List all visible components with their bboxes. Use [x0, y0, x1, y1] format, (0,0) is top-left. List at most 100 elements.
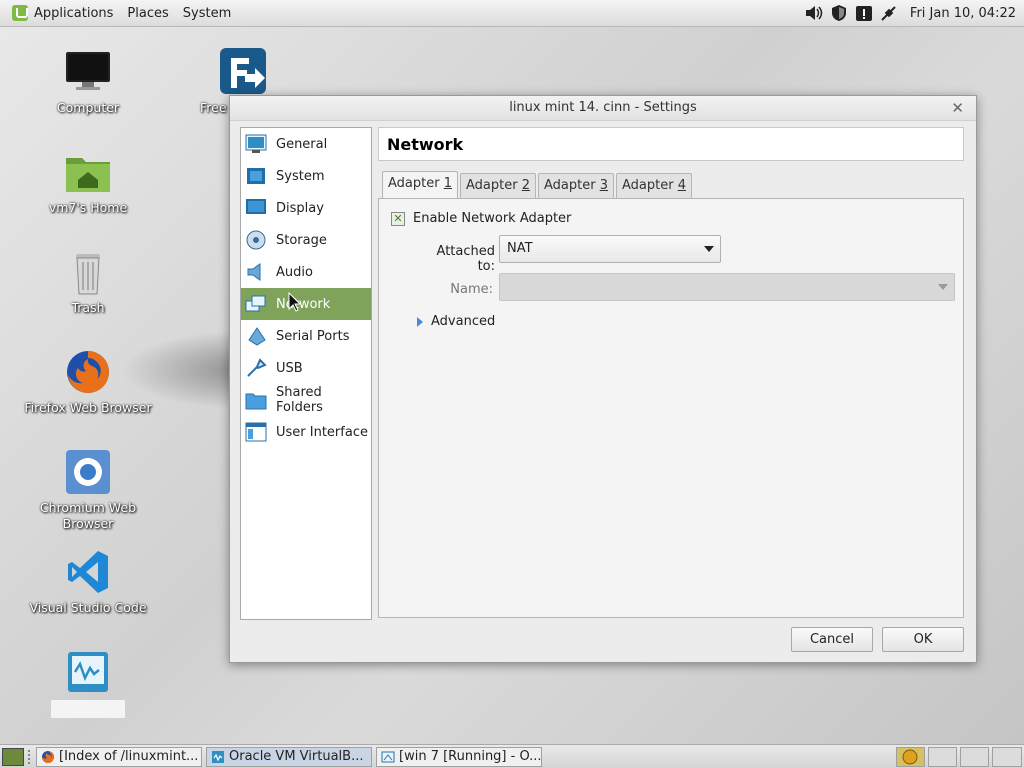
- clock[interactable]: Fri Jan 10, 04:22: [910, 6, 1016, 21]
- category-general[interactable]: General: [241, 128, 371, 160]
- workspace-2[interactable]: [928, 747, 957, 767]
- audio-icon: [245, 262, 267, 282]
- desktop-icon-label: Trash: [71, 300, 105, 315]
- task-win7-vm[interactable]: [win 7 [Running] - O...: [376, 747, 542, 767]
- category-serial-ports[interactable]: Serial Ports: [241, 320, 371, 352]
- tab-mnemonic: 3: [599, 178, 608, 193]
- desktop-icon-label: Visual Studio Code: [29, 600, 147, 615]
- enable-adapter-label: Enable Network Adapter: [413, 211, 572, 226]
- top-panel: Applications Places System Fri Jan 10, 0…: [0, 0, 1024, 27]
- tab-mnemonic: 1: [443, 176, 452, 191]
- workspace-4[interactable]: [992, 747, 1022, 767]
- storage-icon: [245, 230, 267, 250]
- task-label: [Index of /linuxmint...: [59, 749, 199, 764]
- settings-dialog: linux mint 14. cinn - Settings ✕ General…: [229, 95, 977, 663]
- category-label: USB: [276, 360, 303, 376]
- settings-category-list: General System Display Storage Audio Net…: [240, 127, 372, 620]
- desktop-icon-label: Computer: [56, 100, 120, 115]
- mint-menu-icon[interactable]: [12, 5, 28, 21]
- display-icon: [245, 198, 267, 218]
- tab-adapter-3[interactable]: Adapter 3: [538, 173, 614, 198]
- cancel-button[interactable]: Cancel: [791, 627, 873, 652]
- task-label: Oracle VM VirtualB...: [229, 749, 364, 764]
- mouse-cursor-icon: [288, 292, 300, 312]
- general-icon: [245, 134, 267, 154]
- firefox-icon: [41, 750, 55, 764]
- enable-adapter-checkbox[interactable]: ✕: [391, 211, 405, 226]
- vscode-icon: [64, 548, 112, 596]
- home-folder-icon: [64, 148, 112, 196]
- network-icon[interactable]: [879, 4, 899, 22]
- task-firefox[interactable]: [Index of /linuxmint...: [36, 747, 202, 767]
- desktop-icon-rename-field[interactable]: [51, 700, 125, 718]
- category-label: Shared Folders: [276, 385, 323, 415]
- workspace-1[interactable]: [896, 747, 925, 767]
- shared-folders-icon: [245, 390, 267, 410]
- update-manager-icon[interactable]: [854, 4, 874, 22]
- freefilesync-icon: [219, 48, 267, 96]
- category-shared-folders[interactable]: Shared Folders: [241, 384, 371, 416]
- enable-adapter-row[interactable]: ✕ Enable Network Adapter: [391, 211, 571, 226]
- category-user-interface[interactable]: User Interface: [241, 416, 371, 448]
- virtualbox-icon: [211, 750, 225, 764]
- dialog-titlebar[interactable]: linux mint 14. cinn - Settings ✕: [230, 96, 976, 121]
- page-title: Network: [378, 127, 964, 161]
- firefox-icon: [64, 348, 112, 396]
- desktop-icon-home[interactable]: vm7's Home: [23, 148, 153, 216]
- desktop-icon-label: Chromium Web Browser: [39, 500, 137, 531]
- chevron-down-icon: [938, 284, 948, 290]
- panel-handle[interactable]: [28, 750, 34, 764]
- desktop-icon-vscode[interactable]: Visual Studio Code: [23, 548, 153, 616]
- desktop-icon-virtualbox[interactable]: [23, 648, 153, 718]
- desktop-icon-firefox[interactable]: Firefox Web Browser: [23, 348, 153, 416]
- close-icon[interactable]: ✕: [951, 96, 964, 120]
- desktop-icon-trash[interactable]: Trash: [23, 248, 153, 316]
- system-icon: [245, 166, 267, 186]
- category-network[interactable]: Network: [241, 288, 371, 320]
- tab-adapter-4[interactable]: Adapter 4: [616, 173, 692, 198]
- dialog-title: linux mint 14. cinn - Settings: [509, 100, 697, 115]
- name-label: Name:: [450, 282, 493, 297]
- attached-to-value: NAT: [507, 241, 533, 256]
- menu-system[interactable]: System: [183, 6, 231, 21]
- category-usb[interactable]: USB: [241, 352, 371, 384]
- expand-arrow-icon: [417, 316, 423, 327]
- shield-icon[interactable]: [829, 4, 849, 22]
- vm-window-icon: [381, 750, 395, 764]
- show-desktop-icon[interactable]: [2, 748, 24, 766]
- volume-icon[interactable]: [804, 4, 824, 22]
- adapter-tabs: Adapter 1 Adapter 2 Adapter 3 Adapter 4: [382, 171, 694, 198]
- tab-adapter-2[interactable]: Adapter 2: [460, 173, 536, 198]
- category-label: Display: [276, 200, 324, 216]
- task-virtualbox[interactable]: Oracle VM VirtualB...: [206, 747, 372, 767]
- trash-applet-icon: [902, 749, 918, 765]
- task-label: [win 7 [Running] - O...: [399, 749, 542, 764]
- tab-label: Adapter: [388, 176, 444, 191]
- menu-applications[interactable]: Applications: [34, 6, 113, 21]
- name-dropdown[interactable]: [499, 273, 955, 301]
- trash-icon: [64, 248, 112, 296]
- advanced-expander[interactable]: Advanced: [417, 314, 495, 329]
- desktop-icon-computer[interactable]: Computer: [23, 48, 153, 116]
- category-system[interactable]: System: [241, 160, 371, 192]
- workspace-3[interactable]: [960, 747, 989, 767]
- monitor-icon: [64, 48, 112, 96]
- attached-to-dropdown[interactable]: NAT: [499, 235, 721, 263]
- desktop-icon-chromium[interactable]: Chromium Web Browser: [23, 448, 153, 532]
- network-icon: [245, 294, 267, 314]
- tab-label: Adapter: [622, 178, 678, 193]
- advanced-label: Advanced: [431, 314, 496, 329]
- bottom-panel: [Index of /linuxmint... Oracle VM Virtua…: [0, 744, 1024, 768]
- category-label: General: [276, 136, 328, 152]
- tab-adapter-1[interactable]: Adapter 1: [382, 171, 458, 198]
- category-storage[interactable]: Storage: [241, 224, 371, 256]
- category-label: Storage: [276, 232, 327, 248]
- chromium-icon: [64, 448, 112, 496]
- category-audio[interactable]: Audio: [241, 256, 371, 288]
- tab-mnemonic: 4: [677, 178, 686, 193]
- ok-button[interactable]: OK: [882, 627, 964, 652]
- category-label: System: [276, 168, 325, 184]
- category-display[interactable]: Display: [241, 192, 371, 224]
- tab-label: Adapter: [466, 178, 522, 193]
- menu-places[interactable]: Places: [127, 6, 168, 21]
